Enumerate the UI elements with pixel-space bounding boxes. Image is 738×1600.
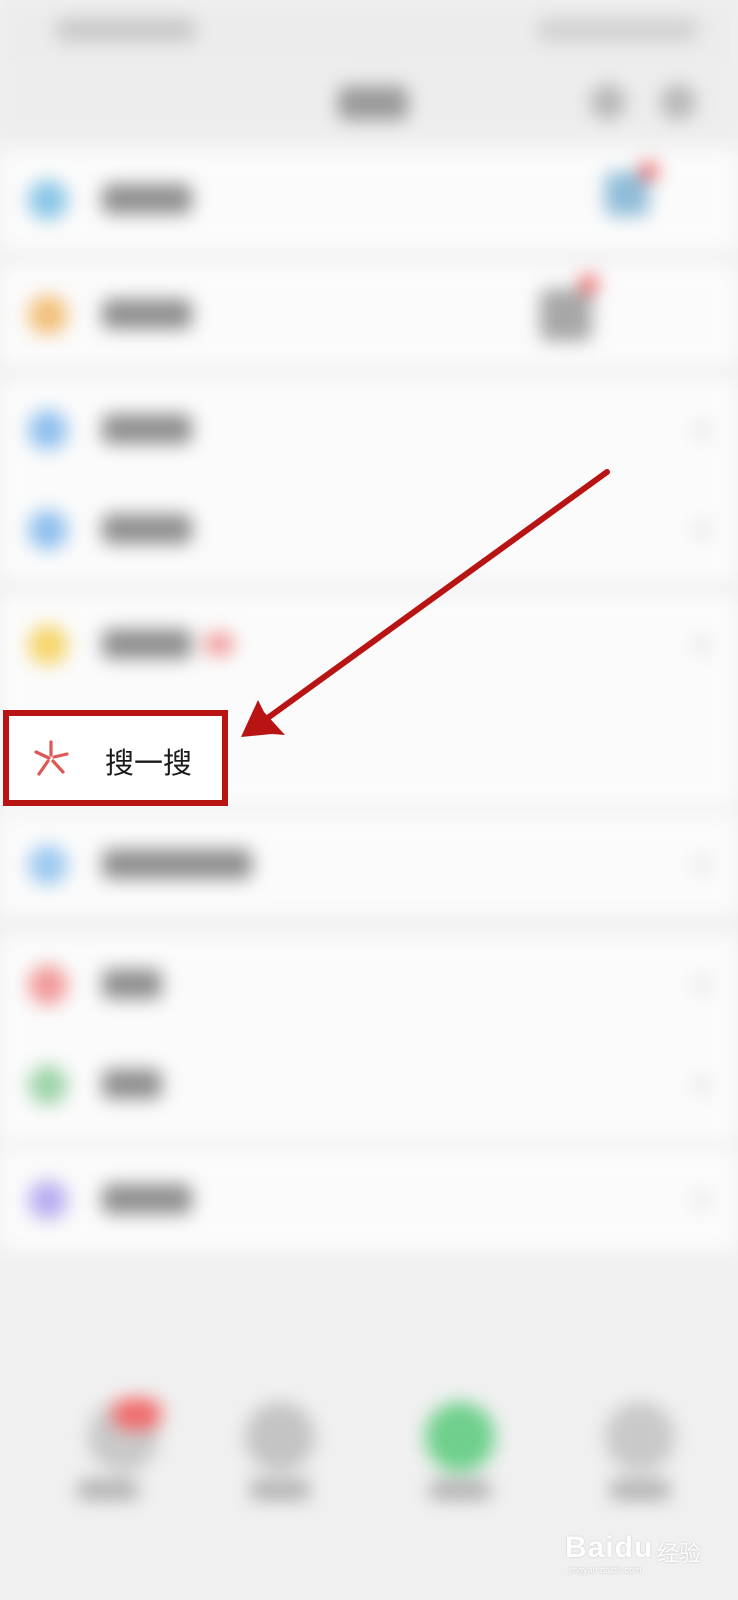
search-item-label: 搜一搜 xyxy=(105,746,193,780)
menu-section xyxy=(0,1150,738,1250)
avatar xyxy=(540,289,592,341)
page-title xyxy=(338,86,408,120)
menu-section xyxy=(0,935,738,1140)
chevron-right-icon xyxy=(696,420,708,440)
menu-row-label xyxy=(102,849,252,879)
header xyxy=(0,62,738,142)
menu-row-label xyxy=(102,969,162,999)
scan-icon xyxy=(28,410,68,450)
chevron-right-icon xyxy=(696,975,708,995)
top-stories-icon xyxy=(28,625,68,665)
red-dot xyxy=(640,162,658,180)
shake-icon xyxy=(28,510,68,550)
watermark-brand: Baidu xyxy=(565,1531,654,1564)
menu-row[interactable] xyxy=(0,1150,738,1250)
menu-section xyxy=(0,815,738,915)
menu-section xyxy=(0,265,738,365)
me-tab-icon[interactable] xyxy=(605,1402,675,1472)
menu-section xyxy=(0,150,738,250)
nearby-icon xyxy=(28,845,68,885)
watermark-sub: 经验 xyxy=(657,1541,702,1566)
menu-row-label xyxy=(102,184,192,214)
baidu-watermark: Baidu 经验 jingyan.baidu.com xyxy=(565,1515,710,1575)
status-bar-left xyxy=(56,18,196,42)
red-badge xyxy=(205,633,233,655)
menu-row[interactable] xyxy=(0,380,738,480)
add-icon[interactable] xyxy=(660,84,696,120)
mini-programs-icon xyxy=(28,1180,68,1220)
search-item-highlight[interactable]: 搜一搜 xyxy=(3,710,228,806)
chevron-right-icon xyxy=(696,1075,708,1095)
menu-row-label xyxy=(102,514,192,544)
chevron-right-icon xyxy=(696,520,708,540)
shopping-icon xyxy=(28,965,68,1005)
chevron-right-icon xyxy=(696,1190,708,1210)
status-bar-right xyxy=(538,18,698,42)
menu-row[interactable] xyxy=(0,150,738,250)
avatar xyxy=(605,172,649,216)
tab-label xyxy=(250,1480,310,1500)
channels-icon xyxy=(28,295,68,335)
menu-row[interactable] xyxy=(0,815,738,915)
contacts-tab-icon[interactable] xyxy=(245,1402,315,1472)
menu-row-label xyxy=(102,299,192,329)
red-dot xyxy=(580,275,598,293)
unread-badge xyxy=(112,1398,162,1430)
menu-row[interactable] xyxy=(0,1035,738,1135)
menu-row[interactable] xyxy=(0,595,738,695)
watermark-url: jingyan.baidu.com xyxy=(569,1565,642,1575)
discover-tab-icon[interactable] xyxy=(425,1402,495,1472)
search-icon[interactable] xyxy=(590,84,626,120)
moments-icon xyxy=(28,180,68,220)
tab-label xyxy=(78,1480,138,1500)
chevron-right-icon xyxy=(696,635,708,655)
menu-row-label xyxy=(102,1184,192,1214)
menu-row[interactable] xyxy=(0,935,738,1035)
tab-label xyxy=(610,1480,670,1500)
menu-row-label xyxy=(102,629,192,659)
tab-label xyxy=(430,1480,490,1500)
status-bar xyxy=(0,0,738,62)
menu-row-label xyxy=(102,414,192,444)
chevron-right-icon xyxy=(696,855,708,875)
sparkle-icon xyxy=(34,740,69,776)
menu-section xyxy=(0,380,738,580)
menu-row[interactable] xyxy=(0,265,738,365)
menu-row[interactable] xyxy=(0,480,738,580)
games-icon xyxy=(28,1065,68,1105)
menu-row-label xyxy=(102,1069,162,1099)
